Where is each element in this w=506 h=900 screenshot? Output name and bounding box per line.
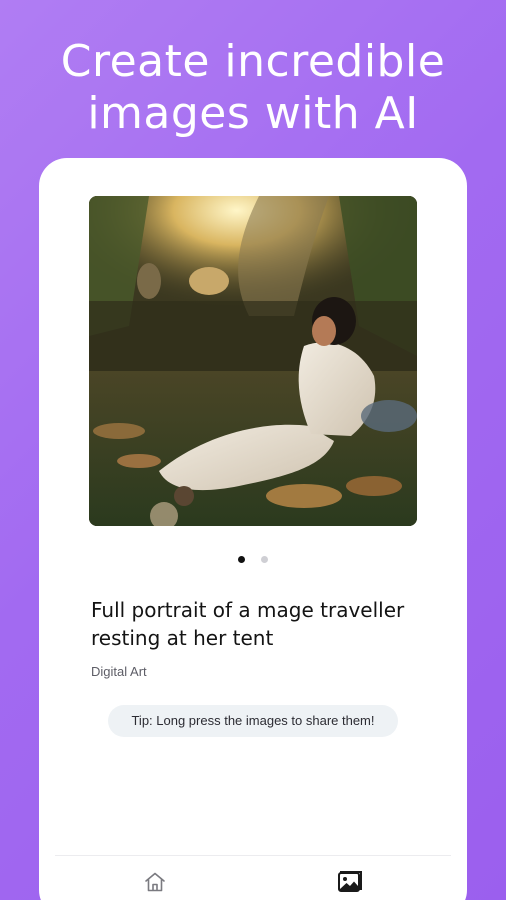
carousel-dot-active[interactable]: [238, 556, 245, 563]
headline: Create incredible images with AI: [0, 36, 506, 140]
nav-gallery-button[interactable]: [335, 868, 365, 896]
gallery-icon: [338, 871, 362, 892]
nav-home-button[interactable]: [140, 868, 170, 896]
headline-line-2: images with AI: [87, 88, 419, 139]
artwork-illustration: [89, 196, 417, 526]
carousel-dot[interactable]: [261, 556, 268, 563]
artwork-image[interactable]: [89, 196, 417, 526]
carousel-indicator: [39, 556, 467, 563]
tip-banner: Tip: Long press the images to share them…: [108, 705, 398, 737]
headline-line-1: Create incredible: [60, 36, 446, 87]
artwork-category: Digital Art: [91, 664, 147, 679]
bottom-navigation: [55, 855, 451, 900]
artwork-title: Full portrait of a mage traveller restin…: [91, 598, 405, 650]
preview-card: Full portrait of a mage traveller restin…: [39, 158, 467, 900]
home-icon: [145, 872, 165, 892]
